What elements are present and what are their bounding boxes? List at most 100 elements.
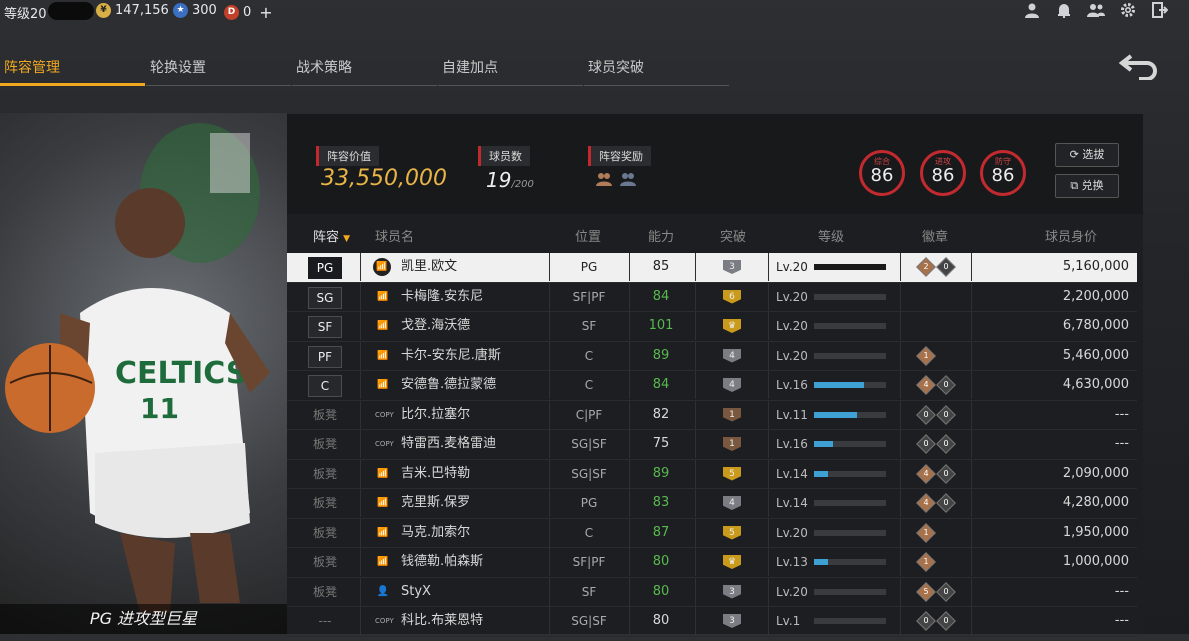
- level-progress-fill: [814, 411, 858, 418]
- column-divider: [900, 253, 901, 281]
- add-currency-button[interactable]: +: [259, 3, 272, 22]
- lineup-position-badge[interactable]: C: [308, 375, 342, 397]
- tab-lineup-management[interactable]: 阵容管理: [0, 56, 145, 86]
- scout-button[interactable]: ⟳ 选拔: [1055, 143, 1119, 167]
- table-row[interactable]: C 📶 安德鲁.德拉蒙德 C 84 Lv.16 4,630,000 4 4 0: [287, 371, 1137, 401]
- breakthrough-level-shield: 1: [723, 437, 741, 451]
- scout-button-label: 选拔: [1082, 148, 1105, 161]
- column-divider: [971, 400, 972, 429]
- badge-group[interactable]: 00: [916, 611, 956, 641]
- header-lineup-label: 阵容: [313, 230, 340, 245]
- defense-rating-ring: 防守 86: [980, 150, 1026, 196]
- logout-icon[interactable]: [1151, 2, 1169, 20]
- bench-label[interactable]: 板凳: [309, 430, 341, 458]
- breakthrough-level-shield: 6: [723, 289, 741, 304]
- diamond-icon: D: [224, 5, 239, 20]
- rating-bars-icon: 📶: [377, 291, 389, 302]
- badge-count: 0: [923, 616, 929, 625]
- column-divider: [360, 371, 361, 399]
- badge-count: 0: [943, 468, 949, 478]
- column-divider: [768, 548, 769, 576]
- reward-icons[interactable]: [595, 170, 637, 188]
- table-row[interactable]: 板凳 👤 StyX SF 80 Lv.20 --- 3 5 0: [287, 577, 1137, 607]
- header-breakthrough: 突破: [720, 230, 747, 245]
- lineup-position-badge[interactable]: PG: [308, 257, 342, 279]
- tab-rotation-settings[interactable]: 轮换设置: [146, 56, 291, 86]
- bench-label[interactable]: 板凳: [309, 578, 341, 606]
- lineup-position-badge[interactable]: SG: [308, 286, 342, 309]
- back-arrow-icon[interactable]: [1118, 52, 1159, 88]
- badge-count: 0: [943, 498, 949, 507]
- player-value: ---: [1114, 583, 1129, 599]
- column-divider: [360, 341, 361, 370]
- lineup-position-badge[interactable]: PF: [308, 345, 342, 368]
- lineup-tabs: 阵容管理 轮换设置 战术策略 自建加点 球员突破: [0, 56, 730, 88]
- column-divider: [900, 371, 901, 399]
- column-divider: [768, 459, 769, 488]
- defense-rating-value: 86: [991, 165, 1015, 186]
- table-row[interactable]: 板凳 COPY 特雷西.麦格雷迪 SG|SF 75 Lv.16 --- 1 0 0: [287, 430, 1137, 460]
- redacted-username: [48, 2, 94, 20]
- bench-label[interactable]: 板凳: [309, 460, 341, 488]
- copy-card-icon: COPY: [375, 410, 394, 419]
- table-row[interactable]: --- COPY 科比.布莱恩特 SG|SF 80 Lv.1 --- 3 0 0: [287, 607, 1137, 637]
- lineup-position-badge[interactable]: SF: [308, 316, 342, 338]
- table-row[interactable]: SF 📶 戈登.海沃德 SF 101 Lv.20 6,780,000 ♛: [287, 312, 1137, 342]
- column-divider: [695, 400, 696, 429]
- bench-label[interactable]: 板凳: [309, 519, 341, 547]
- table-row[interactable]: 板凳 📶 钱德勒.帕森斯 SF|PF 80 Lv.13 1,000,000 ♛ 1: [287, 548, 1137, 578]
- settings-gear-icon[interactable]: [1119, 2, 1137, 20]
- column-divider: [768, 489, 769, 517]
- badge-count: 0: [943, 616, 949, 625]
- column-divider: [971, 341, 972, 370]
- player-name: 凯里.欧文: [401, 259, 458, 274]
- friends-icon[interactable]: [1087, 2, 1105, 20]
- player-ability: 82: [652, 406, 670, 422]
- badge-count: 2: [923, 262, 929, 271]
- badge-diamond-icon: 4: [916, 493, 936, 513]
- star-count: 300: [192, 3, 217, 18]
- header-lineup[interactable]: 阵容 ▼: [313, 226, 350, 245]
- bench-label[interactable]: 板凳: [309, 489, 341, 517]
- column-divider: [360, 282, 361, 311]
- column-divider: [768, 312, 769, 340]
- player-position: SF|PF: [572, 289, 606, 304]
- player-level: Lv.20: [776, 260, 808, 274]
- tab-custom-points[interactable]: 自建加点: [438, 56, 583, 86]
- column-divider: [695, 607, 696, 635]
- lineup-summary: 阵容价值 33,550,000 球员数 19/200 阵容奖励 综合 86 进攻…: [287, 114, 1143, 214]
- table-row[interactable]: PG 📶 凯里.欧文 PG 85 Lv.20 5,160,000 3 2 0: [287, 253, 1137, 283]
- table-row[interactable]: 板凳 📶 克里斯.保罗 PG 83 Lv.14 4,280,000 4 4 0: [287, 489, 1137, 519]
- rating-bars-icon: 📶: [377, 380, 389, 390]
- column-divider: [360, 548, 361, 576]
- player-name: 卡梅隆.安东尼: [401, 288, 484, 304]
- table-row[interactable]: 板凳 📶 马克.加索尔 C 87 Lv.20 1,950,000 5 1: [287, 518, 1137, 548]
- tab-tactics[interactable]: 战术策略: [292, 56, 437, 86]
- badge-count: 0: [943, 439, 949, 448]
- column-divider: [971, 489, 972, 517]
- player-value: ---: [1114, 613, 1129, 628]
- badge-diamond-icon: 0: [936, 257, 956, 277]
- column-divider: [629, 282, 630, 311]
- exchange-button[interactable]: ⧉ 兑换: [1055, 174, 1119, 198]
- level-progress-bar: [814, 382, 886, 388]
- table-row[interactable]: SG 📶 卡梅隆.安东尼 SF|PF 84 Lv.20 2,200,000 6: [287, 282, 1137, 312]
- column-divider: [900, 312, 901, 340]
- refresh-icon: ⟳: [1069, 148, 1079, 161]
- table-row[interactable]: 板凳 COPY 比尔.拉塞尔 C|PF 82 Lv.11 --- 1 0 0: [287, 400, 1137, 430]
- badge-diamond-icon: 0: [936, 611, 956, 631]
- bench-label[interactable]: ---: [309, 607, 341, 635]
- badge-count: 0: [943, 380, 949, 389]
- bench-label[interactable]: 板凳: [309, 401, 341, 429]
- bench-label[interactable]: 板凳: [309, 548, 341, 576]
- offense-rating-ring: 进攻 86: [920, 150, 966, 196]
- player-value: 2,200,000: [1062, 288, 1129, 304]
- table-row[interactable]: 板凳 📶 吉米.巴特勒 SG|SF 89 Lv.14 2,090,000 5 4 0: [287, 459, 1137, 489]
- notification-bell-icon[interactable]: [1055, 2, 1073, 20]
- profile-icon[interactable]: [1023, 2, 1041, 20]
- column-divider: [900, 459, 901, 488]
- tab-player-breakthrough[interactable]: 球员突破: [584, 56, 729, 86]
- table-row[interactable]: PF 📶 卡尔-安东尼.唐斯 C 89 Lv.20 5,460,000 4 1: [287, 341, 1137, 371]
- coin-icon: ¥: [96, 3, 111, 18]
- player-name: 比尔.拉塞尔: [401, 406, 471, 422]
